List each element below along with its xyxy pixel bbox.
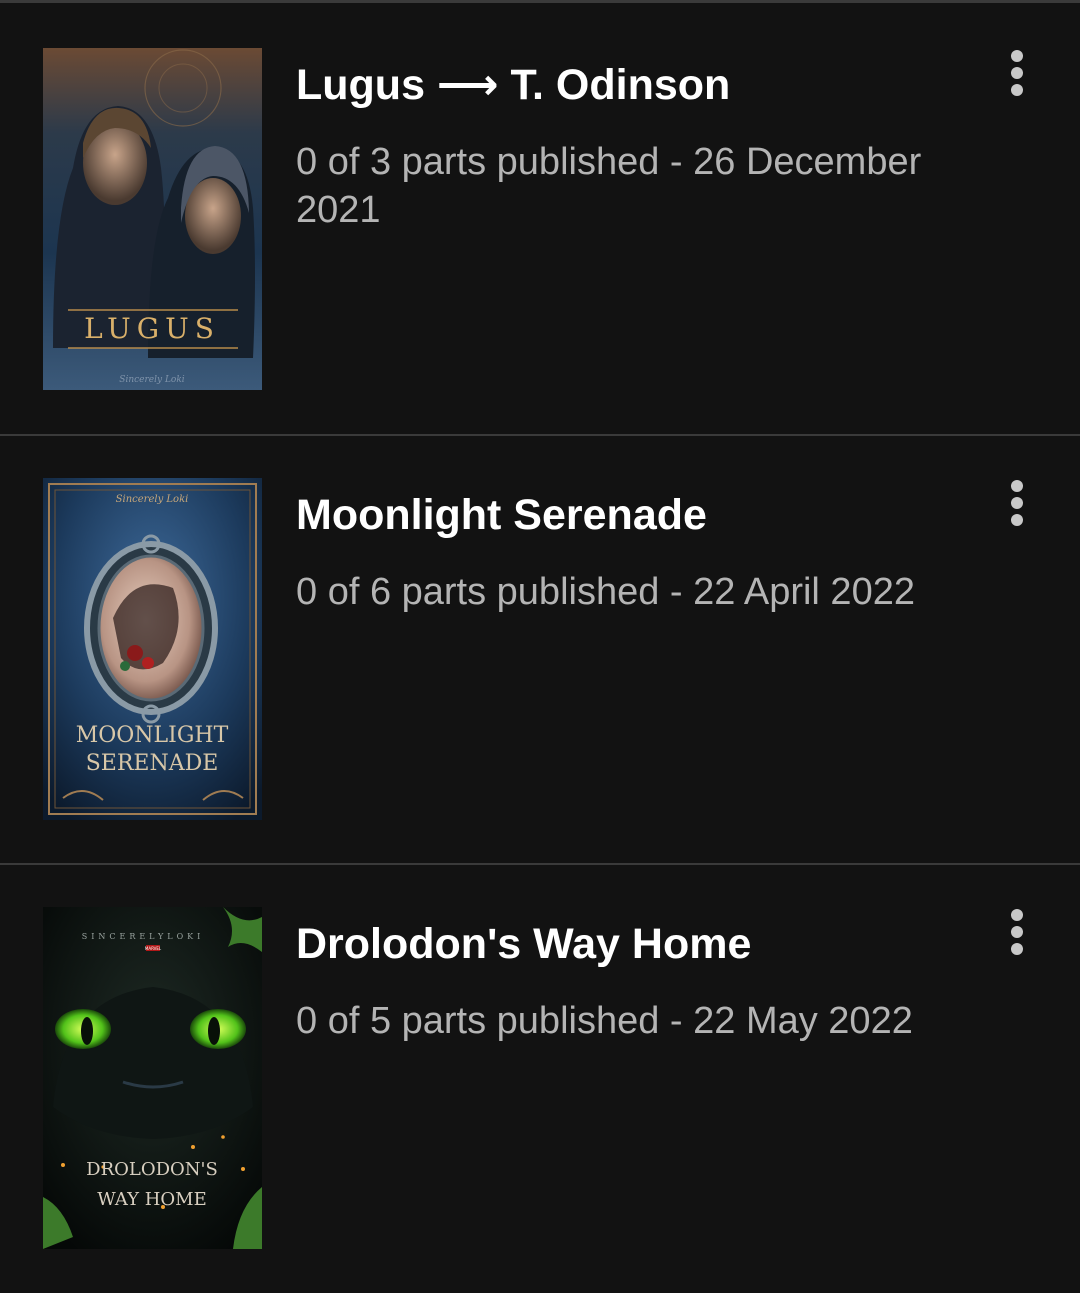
story-item[interactable]: Sincerely Loki MOONLIGHT SERENADE Moonli… xyxy=(0,436,1080,864)
story-title[interactable]: Lugus ⟶ T. Odinson xyxy=(296,58,976,112)
story-cover[interactable]: LUGUS Sincerely Loki xyxy=(43,48,262,390)
cover-author-text: Sincerely Loki xyxy=(116,494,189,505)
cover-moonlight-image: Sincerely Loki MOONLIGHT SERENADE xyxy=(43,478,262,820)
cover-author-text: Sincerely Loki xyxy=(119,375,185,385)
story-cover[interactable]: Sincerely Loki MOONLIGHT SERENADE xyxy=(43,478,262,820)
cover-title-text: LUGUS xyxy=(84,312,220,345)
story-meta: 0 of 5 parts published - 22 May 2022 xyxy=(296,1000,913,1042)
cover-badge-text: MARVEL xyxy=(145,946,162,951)
story-meta: 0 of 6 parts published - 22 April 2022 xyxy=(296,571,915,613)
story-item[interactable]: LUGUS Sincerely Loki Lugus ⟶ T. Odinson … xyxy=(0,6,1080,434)
story-title[interactable]: Drolodon's Way Home xyxy=(296,917,976,971)
cover-lugus-image: LUGUS Sincerely Loki xyxy=(43,48,262,390)
story-meta: 0 of 3 parts published - 26 December 202… xyxy=(296,141,922,231)
story-item[interactable]: SINCERELYLOKI MARVEL DROLODON'S WAY HOME… xyxy=(0,865,1080,1293)
more-vertical-icon[interactable] xyxy=(998,46,1038,102)
cover-title-line1: DROLODON'S xyxy=(86,1159,218,1180)
more-vertical-icon[interactable] xyxy=(998,905,1038,961)
cover-author-text: SINCERELYLOKI xyxy=(82,932,205,941)
cover-drolodon-image: SINCERELYLOKI MARVEL DROLODON'S WAY HOME xyxy=(43,907,262,1249)
more-vertical-icon[interactable] xyxy=(998,476,1038,532)
story-list: LUGUS Sincerely Loki Lugus ⟶ T. Odinson … xyxy=(0,0,1080,1280)
cover-title-line1: MOONLIGHT xyxy=(76,723,229,748)
cover-title-line2: WAY HOME xyxy=(97,1189,207,1210)
story-cover[interactable]: SINCERELYLOKI MARVEL DROLODON'S WAY HOME xyxy=(43,907,262,1249)
cover-title-line2: SERENADE xyxy=(86,751,219,776)
story-title[interactable]: Moonlight Serenade xyxy=(296,488,976,542)
